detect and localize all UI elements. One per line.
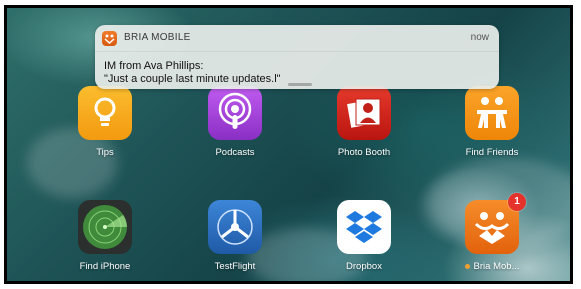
app-label: Bria Mob...: [437, 261, 547, 272]
notification-badge: 1: [508, 193, 526, 211]
app-label: Tips: [96, 147, 114, 158]
podcast-icon: [208, 86, 262, 140]
app-label: Find iPhone: [79, 261, 131, 272]
app-tips[interactable]: Tips: [50, 86, 160, 158]
app-label: Photo Booth: [337, 147, 391, 158]
app-label-text: Bria Mob...: [473, 261, 520, 272]
dropbox-icon: [337, 200, 391, 254]
banner-drag-handle[interactable]: [288, 83, 312, 86]
home-screen: Tips Podcasts Photo Booth Find Friends F…: [4, 5, 573, 284]
notification-title: IM from Ava Phillips:: [104, 60, 204, 72]
notification-time: now: [470, 32, 489, 43]
app-dropbox[interactable]: Dropbox: [309, 200, 419, 272]
new-update-dot: [464, 263, 470, 269]
lightbulb-icon: [78, 86, 132, 140]
app-label: TestFlight: [214, 261, 256, 272]
notification-app-name: BRIA MOBILE: [124, 32, 191, 43]
radar-icon: [78, 200, 132, 254]
testflight-icon: [208, 200, 262, 254]
app-find-friends[interactable]: Find Friends: [437, 86, 547, 158]
app-label: Podcasts: [215, 147, 255, 158]
app-photo-booth[interactable]: Photo Booth: [309, 86, 419, 158]
app-label: Find Friends: [465, 147, 519, 158]
app-bria-mobile[interactable]: 1 Bria Mob...: [437, 193, 547, 272]
bria-icon: 1: [465, 193, 526, 254]
notification-banner[interactable]: BRIA MOBILE now IM from Ava Phillips: "J…: [95, 25, 499, 89]
bria-logo-icon: [102, 31, 117, 46]
find-friends-icon: [465, 86, 519, 140]
app-podcasts[interactable]: Podcasts: [180, 86, 290, 158]
app-find-iphone[interactable]: Find iPhone: [50, 200, 160, 272]
notification-message: "Just a couple last minute updates.l": [104, 73, 281, 85]
photo-booth-icon: [337, 86, 391, 140]
app-label: Dropbox: [346, 261, 382, 272]
divider: [95, 51, 499, 52]
app-testflight[interactable]: TestFlight: [180, 200, 290, 272]
